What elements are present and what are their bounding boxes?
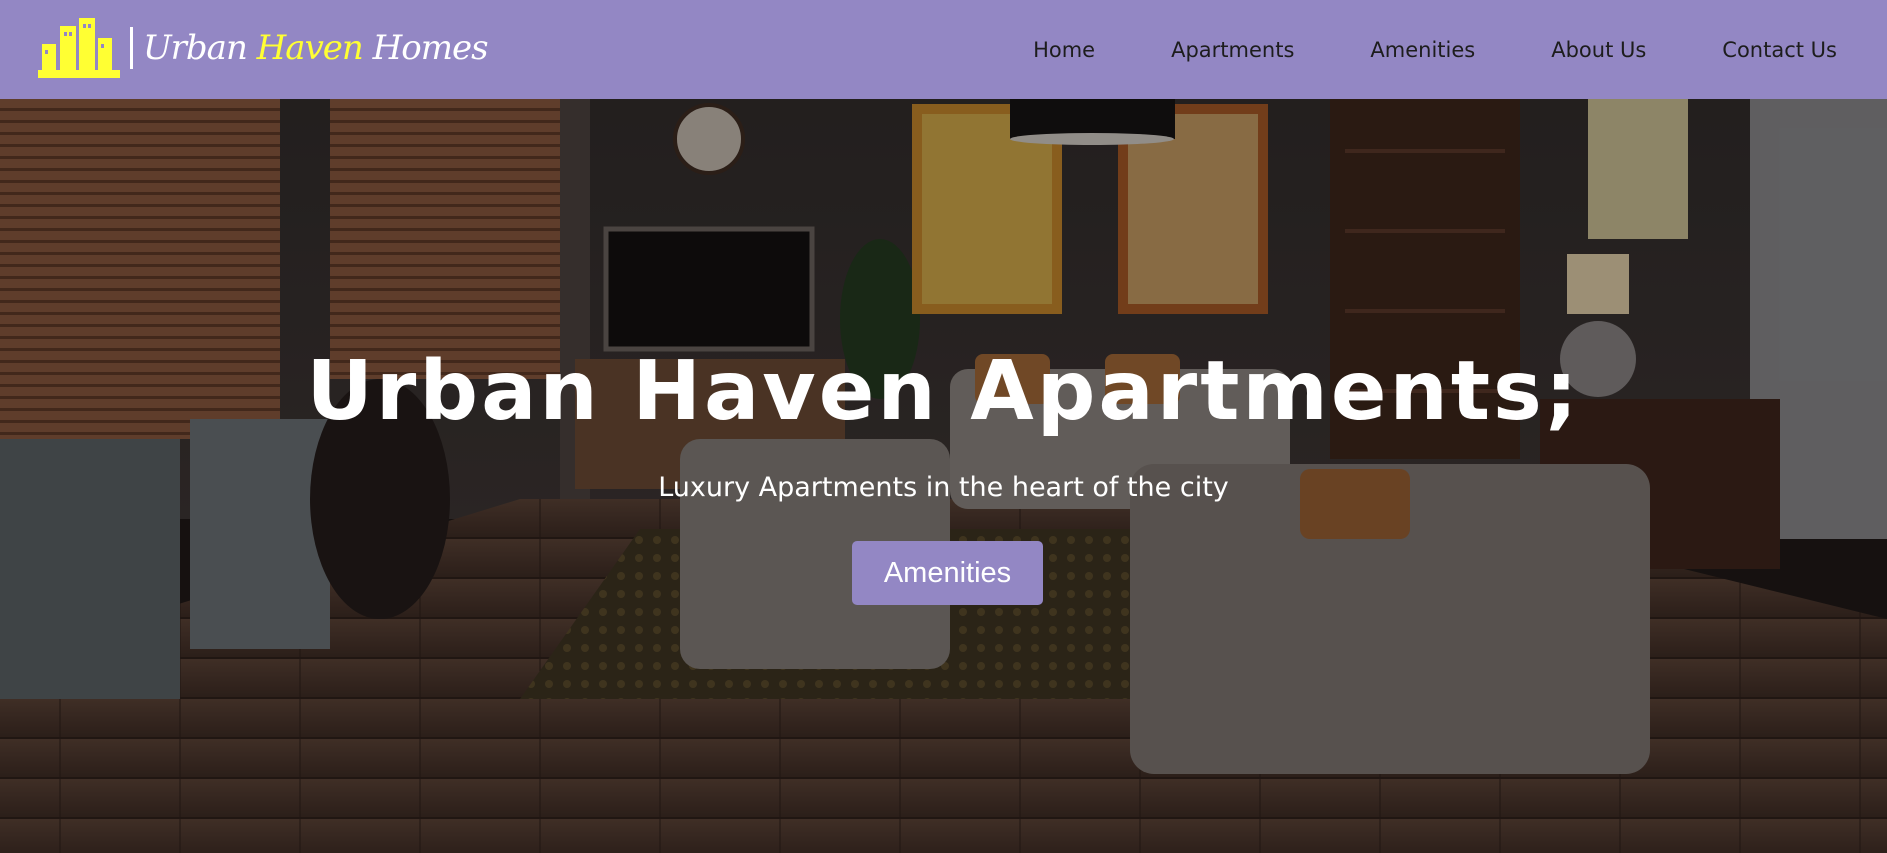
navbar: Urban Haven Homes Home Apartments Amenit… (0, 0, 1887, 99)
nav-home[interactable]: Home (1033, 38, 1095, 62)
amenities-button[interactable]: Amenities (852, 541, 1043, 605)
city-buildings-icon (38, 18, 120, 78)
brand-name: Urban Haven Homes (143, 28, 489, 68)
main-nav: Home Apartments Amenities About Us Conta… (1033, 0, 1837, 99)
hero-title: Urban Haven Apartments; (306, 344, 1581, 439)
brand-logo[interactable]: Urban Haven Homes (38, 18, 489, 78)
hero-subtitle: Luxury Apartments in the heart of the ci… (658, 472, 1229, 503)
hero-section: Urban Haven Apartments; Luxury Apartment… (0, 99, 1887, 853)
nav-about-us[interactable]: About Us (1551, 38, 1646, 62)
nav-contact-us[interactable]: Contact Us (1722, 38, 1837, 62)
brand-divider (130, 27, 133, 69)
nav-apartments[interactable]: Apartments (1171, 38, 1294, 62)
nav-amenities[interactable]: Amenities (1370, 38, 1475, 62)
